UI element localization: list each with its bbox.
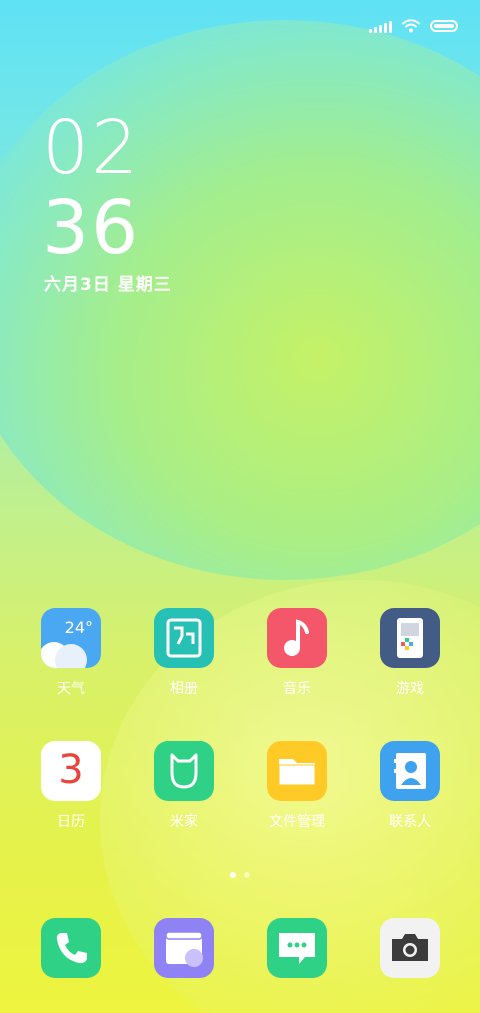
calendar-icon: 3 bbox=[41, 741, 101, 801]
calendar-day: 3 bbox=[58, 747, 84, 793]
home-screen: 02 36 六月3日 星期三 24° 天气 相册 音乐 游戏 3 日历 米家 文… bbox=[0, 0, 480, 1013]
folder-icon bbox=[267, 741, 327, 801]
app-label: 联系人 bbox=[389, 814, 431, 830]
weather-temp: 24° bbox=[64, 618, 93, 637]
dock-messages[interactable] bbox=[247, 918, 347, 978]
app-games[interactable]: 游戏 bbox=[360, 608, 460, 698]
music-icon bbox=[267, 608, 327, 668]
page-dot-active[interactable] bbox=[230, 872, 236, 878]
date-label: 六月3日 星期三 bbox=[44, 275, 172, 295]
app-gallery[interactable]: 相册 bbox=[134, 608, 234, 698]
signal-icon bbox=[369, 19, 392, 33]
status-bar bbox=[369, 16, 458, 36]
app-label: 音乐 bbox=[283, 681, 311, 697]
page-dot[interactable] bbox=[244, 872, 250, 878]
wallpaper-shape bbox=[0, 20, 480, 580]
wifi-icon bbox=[402, 19, 420, 33]
camera-icon bbox=[380, 918, 440, 978]
phone-icon bbox=[41, 918, 101, 978]
page-indicator bbox=[0, 872, 480, 878]
clock-hours: 02 bbox=[42, 105, 141, 191]
dock-phone[interactable] bbox=[21, 918, 121, 978]
app-contacts[interactable]: 联系人 bbox=[360, 741, 460, 831]
dock-browser[interactable] bbox=[134, 918, 234, 978]
app-music[interactable]: 音乐 bbox=[247, 608, 347, 698]
app-mijia[interactable]: 米家 bbox=[134, 741, 234, 831]
clock-widget[interactable]: 02 36 bbox=[42, 108, 140, 268]
browser-icon bbox=[154, 918, 214, 978]
app-label: 游戏 bbox=[396, 681, 424, 697]
app-label: 日历 bbox=[57, 814, 85, 830]
app-label: 相册 bbox=[170, 681, 198, 697]
game-icon bbox=[380, 608, 440, 668]
battery-icon bbox=[430, 20, 458, 32]
app-label: 米家 bbox=[170, 814, 198, 830]
dock-camera[interactable] bbox=[360, 918, 460, 978]
messages-icon bbox=[267, 918, 327, 978]
app-weather[interactable]: 24° 天气 bbox=[21, 608, 121, 698]
mijia-icon bbox=[154, 741, 214, 801]
app-file-manager[interactable]: 文件管理 bbox=[247, 741, 347, 831]
contacts-icon bbox=[380, 741, 440, 801]
gallery-icon bbox=[154, 608, 214, 668]
app-label: 天气 bbox=[57, 681, 85, 697]
app-label: 文件管理 bbox=[269, 814, 325, 830]
app-calendar[interactable]: 3 日历 bbox=[21, 741, 121, 831]
weather-icon: 24° bbox=[41, 608, 101, 668]
clock-minutes: 36 bbox=[42, 185, 141, 271]
